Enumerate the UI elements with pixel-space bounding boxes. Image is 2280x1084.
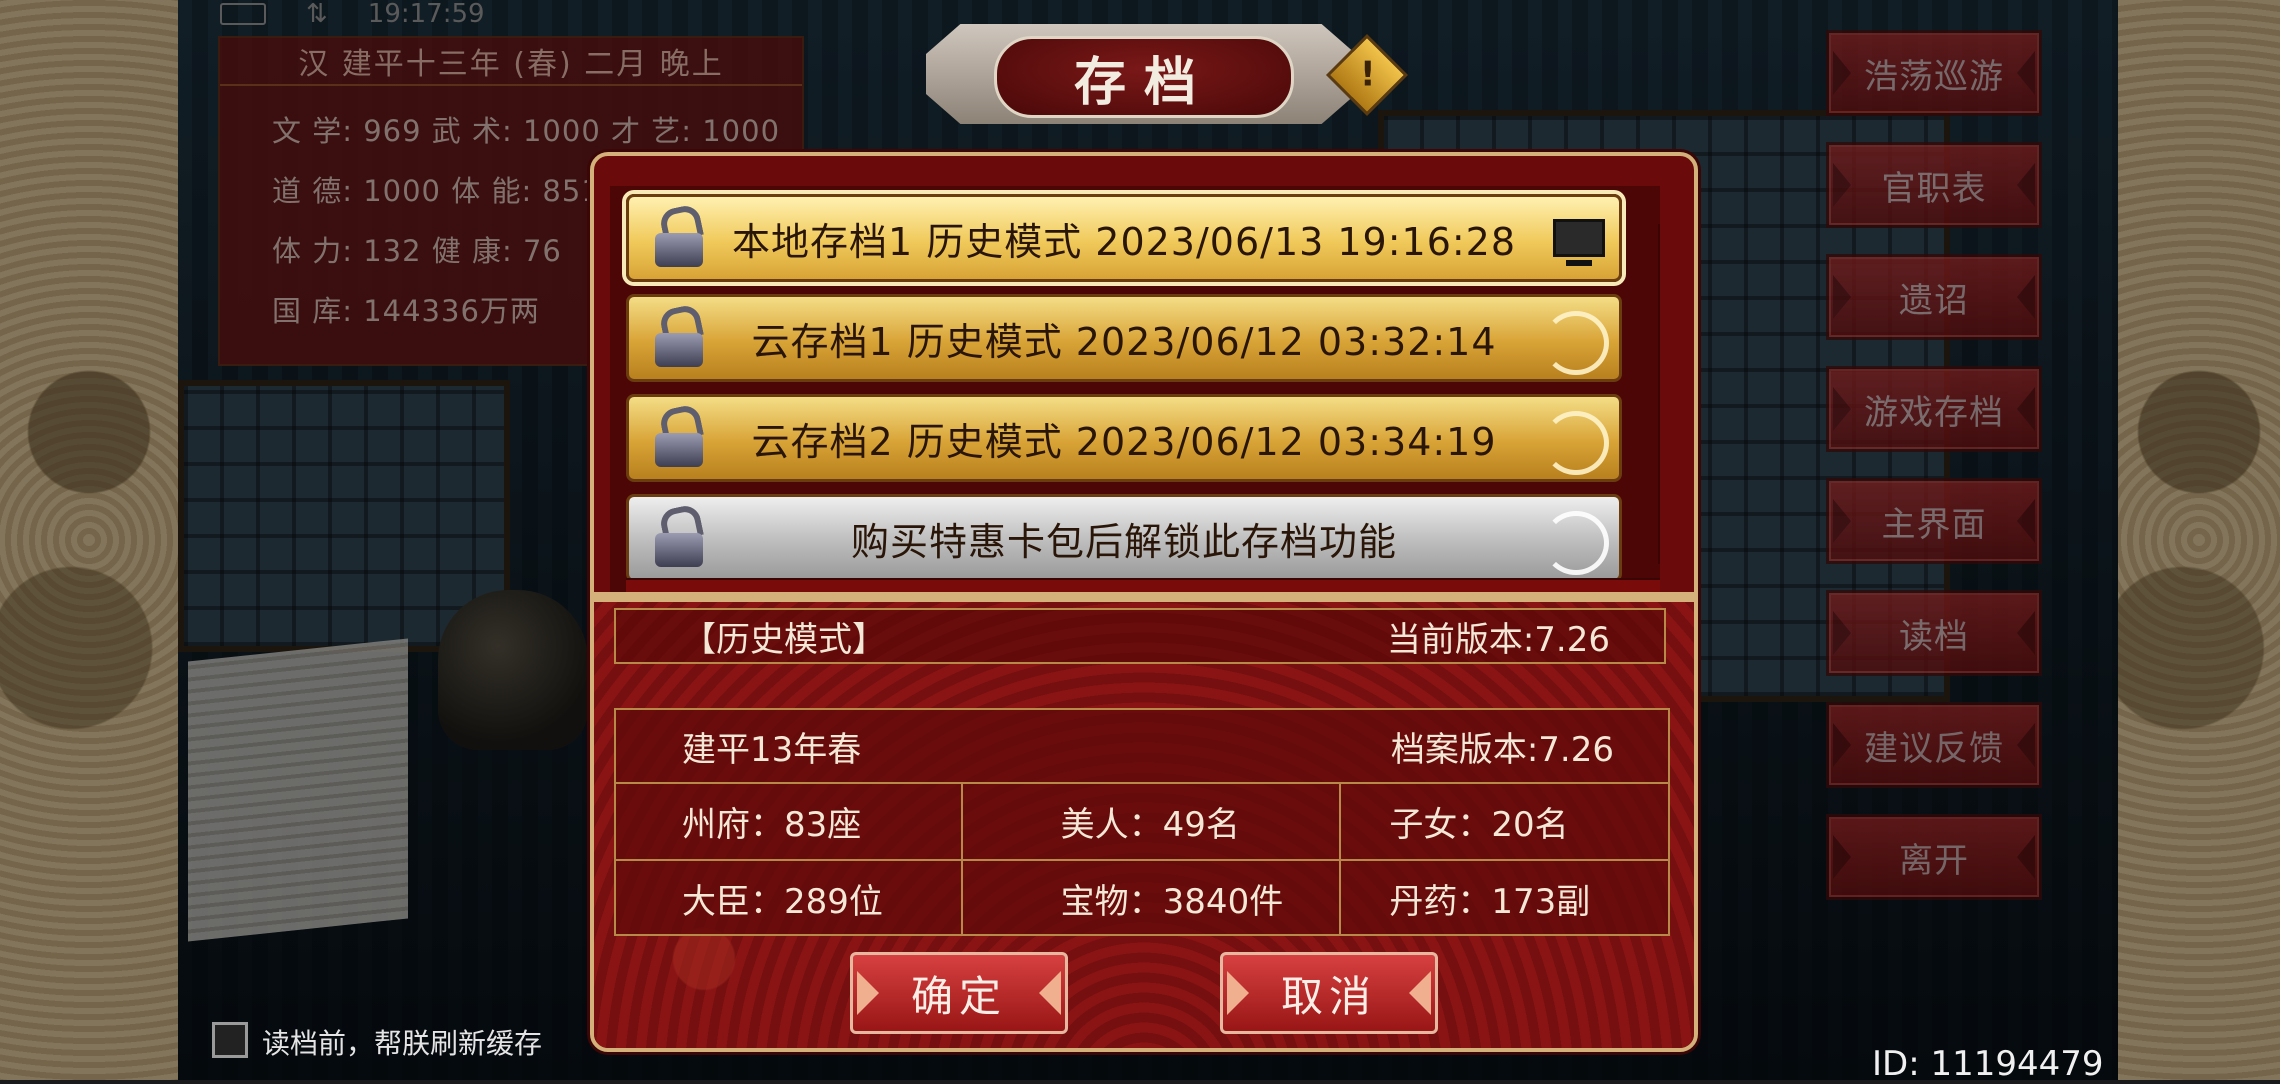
cloud-icon bbox=[1543, 311, 1609, 375]
player-id: ID: 11194479 bbox=[1872, 1044, 2104, 1084]
slot-label: 本地存档1 历史模式 2023/06/13 19:16:28 bbox=[731, 219, 1517, 264]
table-row: 大臣：289位 宝物：3840件 丹药：173副 bbox=[616, 861, 1668, 936]
current-version: 当前版本:7.26 bbox=[1386, 619, 1610, 660]
table-row: 州府：83座 美人：49名 子女：20名 bbox=[616, 784, 1668, 861]
unlock-icon bbox=[651, 403, 707, 467]
save-version: 档案版本:7.26 bbox=[1390, 729, 1614, 770]
elixirs-cell: 丹药：173副 bbox=[1389, 882, 1591, 922]
dialog-title: 存档 bbox=[994, 36, 1294, 118]
slot-list-scrollbar[interactable] bbox=[1658, 224, 1660, 564]
refresh-cache-checkbox[interactable] bbox=[212, 1022, 248, 1058]
cloud-icon bbox=[1543, 511, 1609, 575]
refresh-cache-label[interactable]: 读档前，帮朕刷新缓存 bbox=[262, 1022, 542, 1062]
unlock-icon bbox=[651, 203, 707, 267]
save-slot-locked[interactable]: 购买特惠卡包后解锁此存档功能 bbox=[626, 494, 1622, 582]
cancel-button[interactable]: 取消 bbox=[1220, 952, 1438, 1034]
beauties-cell: 美人：49名 bbox=[963, 784, 1342, 859]
ministers-cell: 大臣：289位 bbox=[616, 861, 963, 936]
confirm-button[interactable]: 确定 bbox=[850, 952, 1068, 1034]
cloud-icon bbox=[1543, 411, 1609, 475]
mode-label: 【历史模式】 bbox=[682, 619, 886, 660]
treasures-cell: 宝物：3840件 bbox=[963, 861, 1342, 936]
children-cell: 子女：20名 bbox=[1389, 805, 1569, 845]
save-slot-local-1[interactable]: 本地存档1 历史模式 2023/06/13 19:16:28 bbox=[626, 194, 1622, 282]
unlock-icon bbox=[651, 303, 707, 367]
save-dialog: 本地存档1 历史模式 2023/06/13 19:16:28 云存档1 历史模式… bbox=[590, 152, 1698, 1052]
save-slot-cloud-2[interactable]: 云存档2 历史模式 2023/06/12 03:34:19 bbox=[626, 394, 1622, 482]
save-date: 建平13年春 bbox=[682, 729, 862, 770]
mode-bar: 【历史模式】 当前版本:7.26 bbox=[614, 608, 1666, 664]
save-details-table: 建平13年春 档案版本:7.26 州府：83座 美人：49名 子女：20名 大臣… bbox=[614, 708, 1670, 936]
unlock-icon bbox=[651, 503, 707, 567]
dialog-title-banner: 存档 bbox=[926, 24, 1356, 124]
slot-label: 购买特惠卡包后解锁此存档功能 bbox=[850, 519, 1397, 564]
slot-label: 云存档2 历史模式 2023/06/12 03:34:19 bbox=[751, 419, 1497, 464]
save-slot-cloud-1[interactable]: 云存档1 历史模式 2023/06/12 03:32:14 bbox=[626, 294, 1622, 382]
slot-label: 云存档1 历史模式 2023/06/12 03:32:14 bbox=[751, 319, 1497, 364]
computer-icon bbox=[1553, 219, 1605, 266]
prefectures-cell: 州府：83座 bbox=[616, 784, 963, 859]
divider bbox=[594, 592, 1694, 602]
